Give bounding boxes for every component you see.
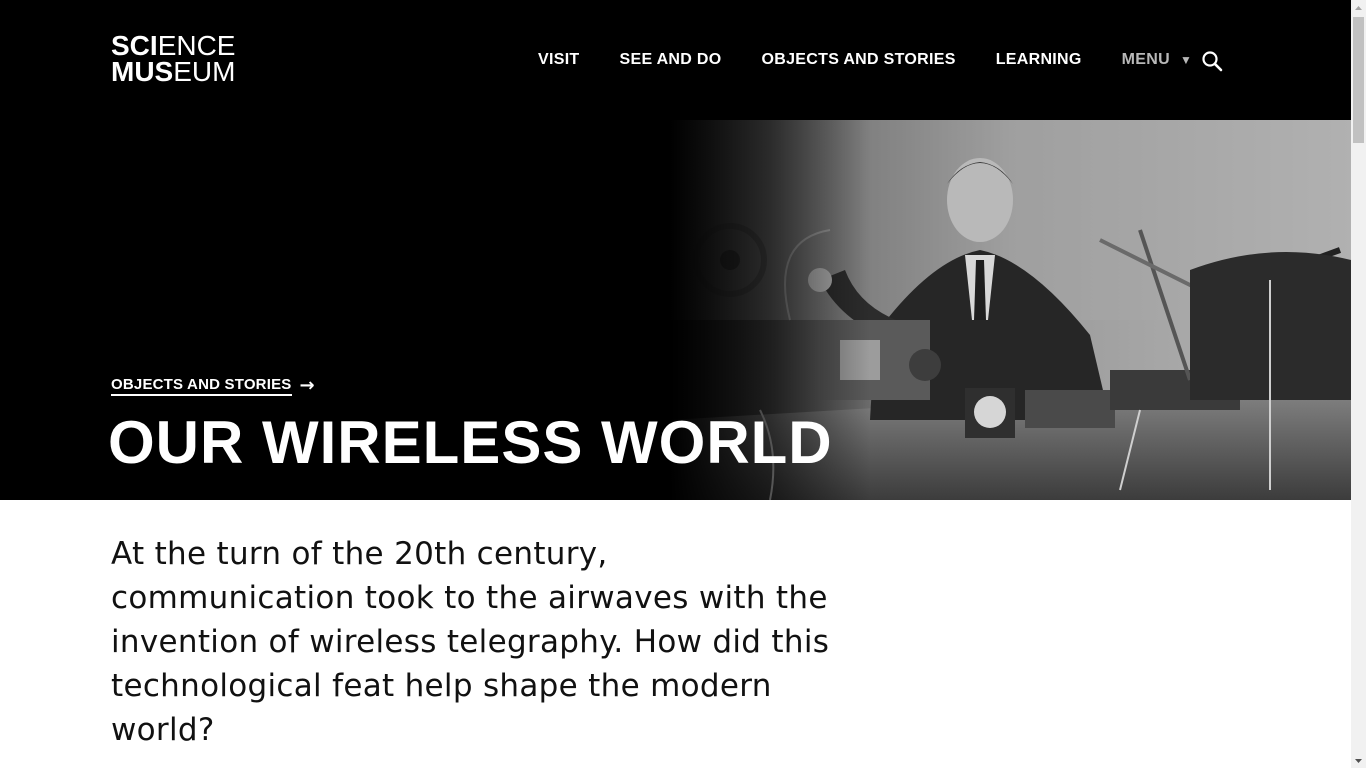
logo-text-light: EUM (173, 56, 236, 87)
scroll-down-arrow-icon[interactable] (1351, 753, 1366, 768)
nav-item-see-and-do[interactable]: SEE AND DO (620, 51, 722, 69)
hero-banner: OBJECTS AND STORIES → OUR WIRELESS WORLD (0, 120, 1351, 500)
page: SCIENCE MUSEUM VISIT SEE AND DO OBJECTS … (0, 0, 1366, 768)
arrow-right-icon: → (299, 375, 315, 396)
breadcrumb: OBJECTS AND STORIES → (111, 375, 315, 396)
scroll-up-arrow-icon[interactable] (1351, 0, 1366, 15)
menu-label: MENU (1121, 51, 1170, 68)
logo-line-2: MUSEUM (111, 56, 243, 87)
scrollbar-thumb[interactable] (1353, 17, 1364, 143)
intro-paragraph: At the turn of the 20th century, communi… (111, 536, 830, 748)
site-header: SCIENCE MUSEUM VISIT SEE AND DO OBJECTS … (0, 0, 1351, 120)
main-nav: VISIT SEE AND DO OBJECTS AND STORIES LEA… (538, 48, 1232, 72)
nav-item-visit[interactable]: VISIT (538, 51, 580, 69)
nav-item-learning[interactable]: LEARNING (996, 51, 1082, 69)
search-icon (1202, 51, 1223, 72)
breadcrumb-link-objects-and-stories[interactable]: OBJECTS AND STORIES (111, 376, 292, 396)
caret-down-icon: ▼ (1179, 53, 1193, 67)
search-button[interactable] (1200, 49, 1224, 73)
nav-item-objects-and-stories[interactable]: OBJECTS AND STORIES (762, 51, 956, 69)
logo-text-bold: MUS (111, 56, 174, 87)
science-museum-logo[interactable]: SCIENCE MUSEUM (111, 32, 243, 87)
menu-button[interactable]: MENU ▼ (1122, 51, 1193, 69)
vertical-scrollbar[interactable] (1351, 0, 1366, 768)
page-title: OUR WIRELESS WORLD (108, 409, 833, 476)
